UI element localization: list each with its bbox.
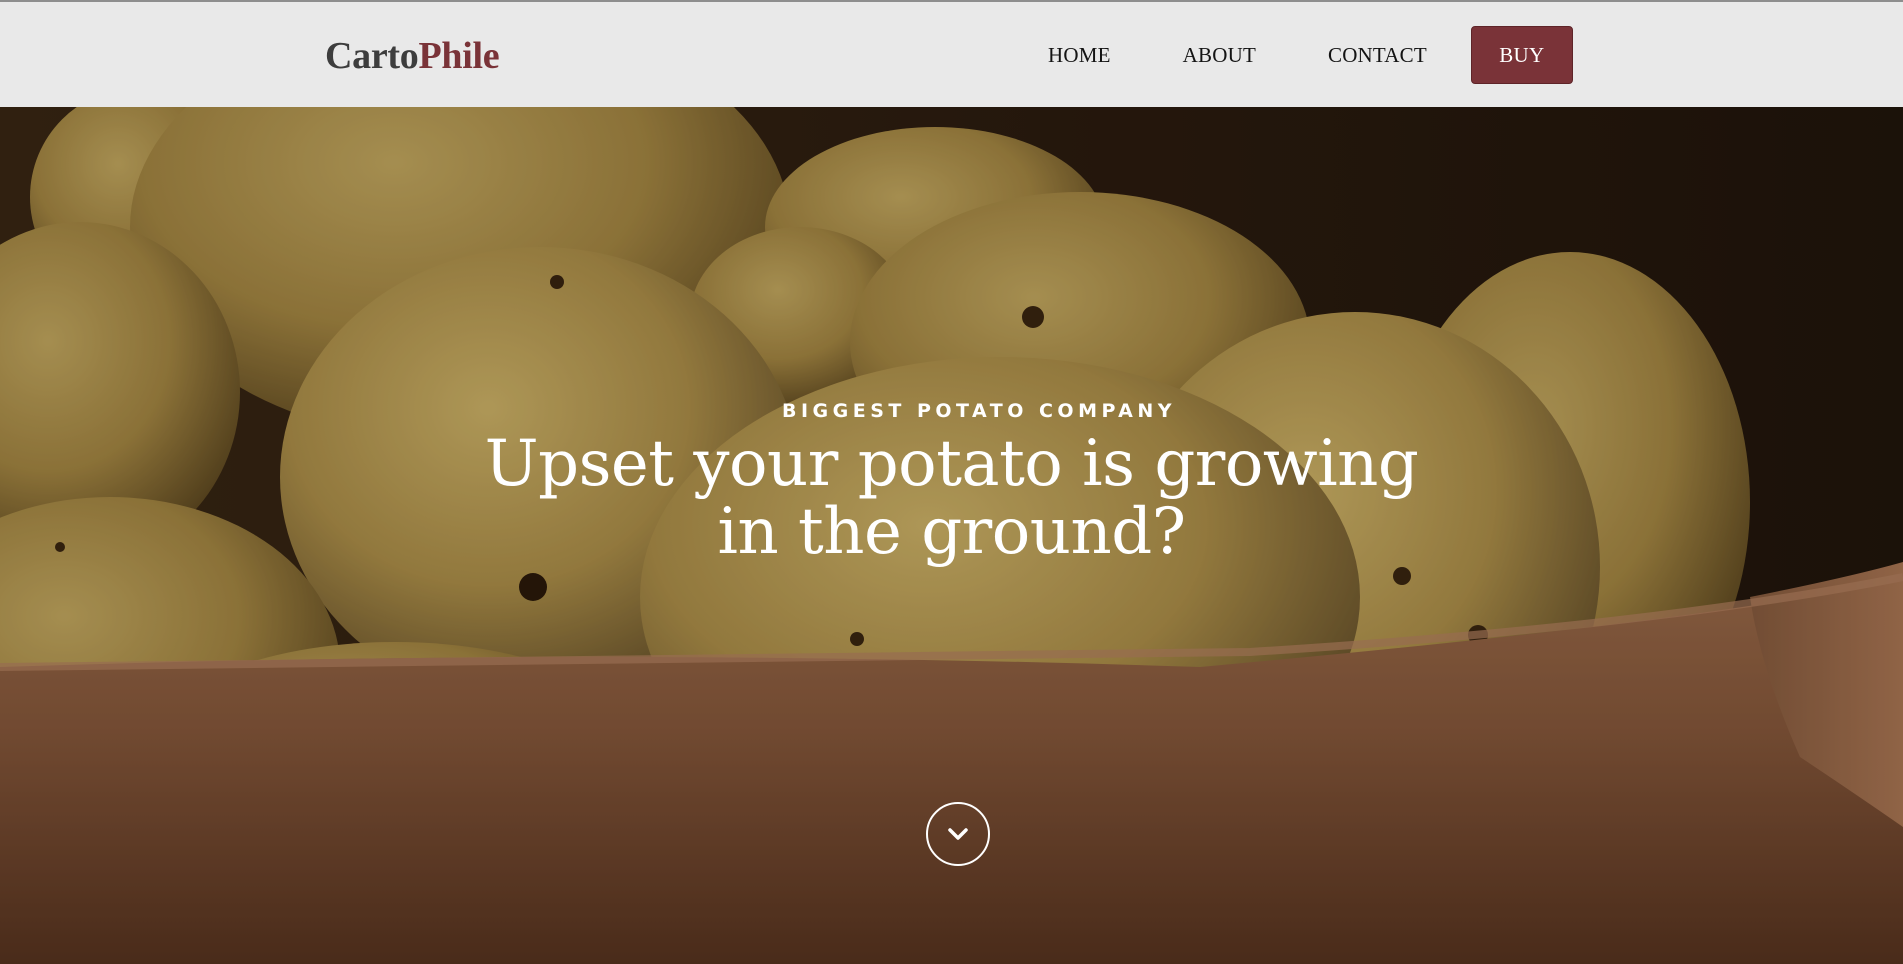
site-logo[interactable]: CartoPhile (325, 30, 500, 82)
hero-headline: Upset your potato is growing in the grou… (484, 427, 1419, 569)
nav-link-contact[interactable]: CONTACT (1292, 43, 1463, 68)
hero-content: BIGGEST POTATO COMPANY Upset your potato… (0, 400, 1903, 566)
hero-section: BIGGEST POTATO COMPANY Upset your potato… (0, 107, 1903, 964)
chevron-down-icon (948, 828, 968, 840)
hero-kicker: BIGGEST POTATO COMPANY (781, 400, 1177, 422)
nav-link-home[interactable]: HOME (1026, 43, 1147, 68)
logo-text-phile: Phile (418, 35, 500, 77)
top-navbar: CartoPhile HOME ABOUT CONTACT BUY (0, 0, 1903, 107)
logo-text-carto: Carto (325, 35, 419, 77)
main-nav: HOME ABOUT CONTACT BUY (1026, 26, 1573, 84)
buy-button[interactable]: BUY (1470, 26, 1573, 84)
scroll-down-button[interactable] (926, 802, 990, 866)
nav-link-about[interactable]: ABOUT (1147, 43, 1292, 68)
